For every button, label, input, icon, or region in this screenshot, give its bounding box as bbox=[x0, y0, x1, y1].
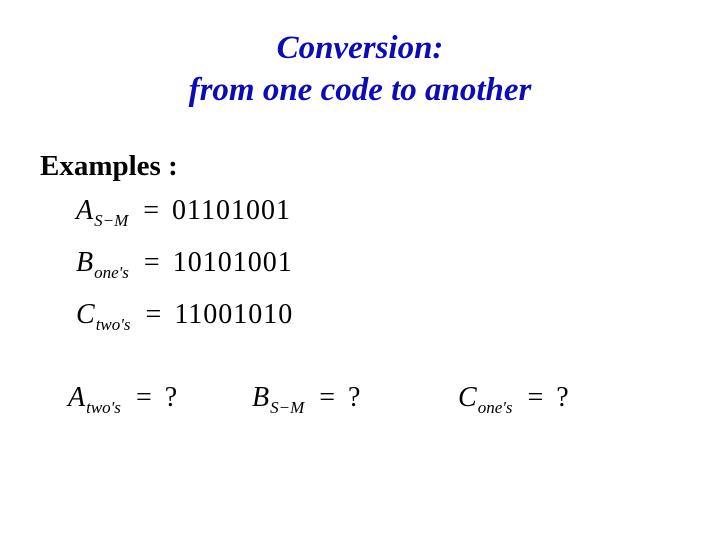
eq-c-sub: two's bbox=[95, 315, 131, 334]
examples-label: Examples : bbox=[40, 150, 178, 183]
equation-a: AS−M = 01101001 bbox=[76, 195, 291, 231]
q-c-rhs: ? bbox=[556, 382, 568, 413]
q-b-sub: S−M bbox=[269, 398, 304, 417]
question-a: Atwo's = ? bbox=[68, 382, 177, 418]
equals-sign: = bbox=[311, 382, 341, 413]
eq-a-var: A bbox=[76, 195, 93, 226]
q-b-var: B bbox=[252, 382, 269, 413]
question-b: BS−M = ? bbox=[252, 382, 360, 418]
eq-b-value: 10101001 bbox=[173, 247, 293, 278]
q-c-sub: one's bbox=[477, 398, 513, 417]
slide: Conversion: from one code to another Exa… bbox=[0, 0, 720, 540]
equation-c: Ctwo's = 11001010 bbox=[76, 299, 293, 335]
eq-b-sub: one's bbox=[93, 263, 129, 282]
eq-b-var: B bbox=[76, 247, 93, 278]
eq-c-value: 11001010 bbox=[174, 299, 293, 330]
equals-sign: = bbox=[136, 247, 166, 278]
question-c: Cone's = ? bbox=[458, 382, 569, 418]
eq-a-sub: S−M bbox=[93, 211, 128, 230]
q-a-sub: two's bbox=[85, 398, 121, 417]
q-c-var: C bbox=[458, 382, 477, 413]
q-a-rhs: ? bbox=[165, 382, 177, 413]
q-a-var: A bbox=[68, 382, 85, 413]
equals-sign: = bbox=[128, 382, 158, 413]
equals-sign: = bbox=[138, 299, 168, 330]
title-line2: from one code to another bbox=[0, 72, 720, 109]
eq-c-var: C bbox=[76, 299, 95, 330]
equals-sign: = bbox=[135, 195, 165, 226]
eq-a-value: 01101001 bbox=[172, 195, 291, 226]
title-line1: Conversion: bbox=[0, 30, 720, 67]
equals-sign: = bbox=[519, 382, 549, 413]
equation-b: Bone's = 10101001 bbox=[76, 247, 293, 283]
q-b-rhs: ? bbox=[348, 382, 360, 413]
